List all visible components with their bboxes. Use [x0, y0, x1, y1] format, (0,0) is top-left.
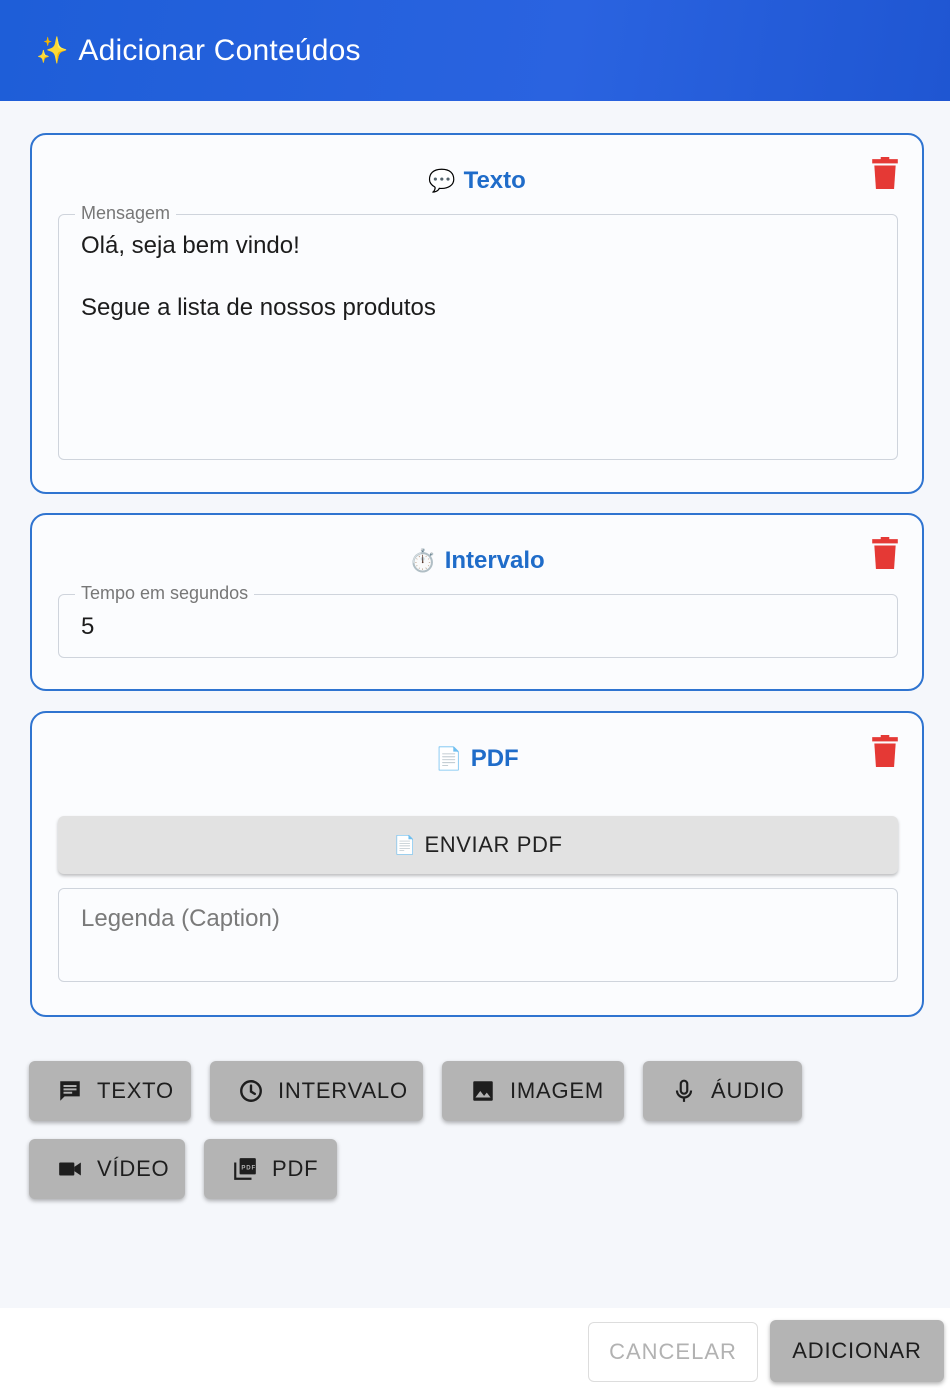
clock-icon	[240, 1080, 262, 1102]
delete-text-card-icon[interactable]	[872, 157, 898, 189]
message-field-label: Mensagem	[75, 203, 177, 224]
message-input[interactable]: Olá, seja bem vindo! Segue a lista de no…	[81, 230, 436, 323]
stopwatch-icon: ⏱️	[409, 548, 437, 573]
add-image-button[interactable]: IMAGEM	[442, 1061, 624, 1121]
interval-content-card: ⏱️ Intervalo Tempo em segundos 5	[30, 513, 924, 691]
add-audio-button[interactable]: ÁUDIO	[643, 1061, 802, 1121]
interval-field-label: Tempo em segundos	[75, 583, 255, 604]
dialog-actions: CANCELAR ADICIONAR	[0, 1308, 950, 1388]
document-icon: 📄	[435, 746, 463, 771]
add-interval-button[interactable]: INTERVALO	[210, 1061, 423, 1121]
delete-interval-card-icon[interactable]	[872, 537, 898, 569]
caption-field[interactable]: Legenda (Caption)	[58, 888, 898, 982]
svg-text:PDF: PDF	[241, 1165, 256, 1171]
message-icon	[60, 1081, 80, 1101]
pdf-card-title: 📄 PDF	[435, 745, 519, 772]
microphone-icon	[675, 1079, 693, 1102]
video-camera-icon	[59, 1162, 81, 1176]
pdf-file-icon: PDF	[234, 1158, 256, 1180]
document-icon: 📄	[393, 834, 417, 855]
caption-input[interactable]: Legenda (Caption)	[81, 903, 280, 934]
interval-card-title: ⏱️ Intervalo	[409, 547, 545, 574]
interval-seconds-input[interactable]: 5	[81, 611, 94, 642]
upload-pdf-button[interactable]: 📄 ENVIAR PDF	[58, 816, 898, 874]
upload-pdf-label: ENVIAR PDF	[424, 832, 563, 857]
sparkles-icon: ✨	[36, 35, 69, 65]
add-text-button[interactable]: TEXTO	[29, 1061, 191, 1121]
text-content-card: 💬 Texto Mensagem Olá, seja bem vindo! Se…	[30, 133, 924, 494]
dialog-header: ✨ Adicionar Conteúdos	[0, 0, 950, 101]
text-card-title: 💬 Texto	[428, 167, 526, 194]
interval-seconds-field[interactable]: Tempo em segundos 5	[58, 583, 898, 658]
cancel-button[interactable]: CANCELAR	[588, 1322, 758, 1382]
dialog-title: Adicionar Conteúdos	[78, 33, 361, 67]
delete-pdf-card-icon[interactable]	[872, 735, 898, 767]
add-button[interactable]: ADICIONAR	[770, 1320, 944, 1382]
message-field[interactable]: Mensagem Olá, seja bem vindo! Segue a li…	[58, 203, 898, 460]
pdf-content-card: 📄 PDF 📄 ENVIAR PDF Legenda (Caption)	[30, 711, 924, 1017]
add-video-button[interactable]: VÍDEO	[29, 1139, 185, 1199]
add-pdf-button[interactable]: PDF PDF	[204, 1139, 337, 1199]
speech-bubble-icon: 💬	[428, 168, 456, 193]
image-icon	[473, 1081, 493, 1101]
